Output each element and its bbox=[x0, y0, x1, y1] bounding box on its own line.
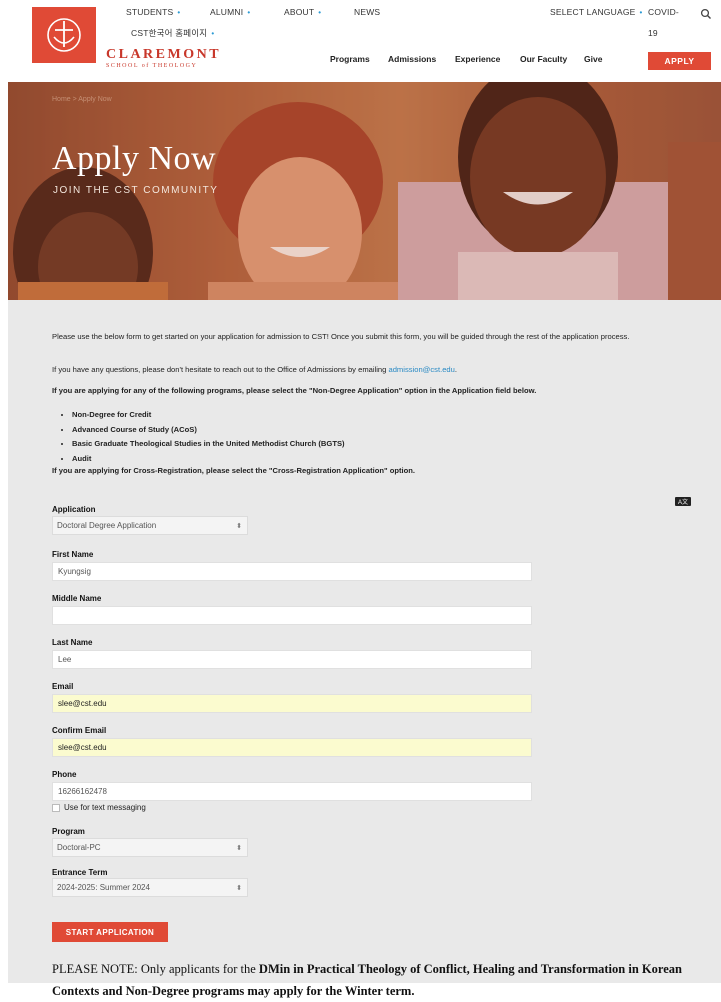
email-input[interactable]: slee@cst.edu bbox=[52, 694, 532, 713]
translate-icon[interactable]: A文 bbox=[675, 497, 691, 506]
note-prefix: PLEASE NOTE: Only applicants for the bbox=[52, 962, 259, 976]
phone-label: Phone bbox=[52, 770, 77, 779]
top-nav-label: ALUMNI bbox=[210, 7, 244, 17]
brand-wordmark[interactable]: CLAREMONT SCHOOL of THEOLOGY bbox=[106, 47, 222, 70]
list-item: Advanced Course of Study (ACoS) bbox=[72, 423, 345, 438]
page-subtitle: JOIN THE CST COMMUNITY bbox=[53, 185, 219, 196]
language-label: SELECT LANGUAGE bbox=[550, 7, 636, 17]
application-value: Doctoral Degree Application bbox=[57, 521, 157, 530]
application-select[interactable]: Doctoral Degree Application ⬍ bbox=[52, 516, 248, 535]
top-nav-label: NEWS bbox=[354, 7, 381, 17]
covid-label-2: 19 bbox=[648, 28, 658, 38]
covid-label-1: COVID- bbox=[648, 7, 679, 17]
last-name-label: Last Name bbox=[52, 638, 93, 647]
logo[interactable] bbox=[32, 7, 96, 63]
covid-link[interactable]: COVID- 19 bbox=[648, 7, 679, 38]
program-select[interactable]: Doctoral-PC ⬍ bbox=[52, 838, 248, 857]
entrance-term-value: 2024-2025: Summer 2024 bbox=[57, 883, 150, 892]
last-name-input[interactable]: Lee bbox=[52, 650, 532, 669]
program-value: Doctoral-PC bbox=[57, 843, 101, 852]
first-name-input[interactable]: Kyungsig bbox=[52, 562, 532, 581]
select-arrows-icon: ⬍ bbox=[236, 522, 242, 530]
start-application-button[interactable]: START APPLICATION bbox=[52, 922, 168, 942]
middle-name-label: Middle Name bbox=[52, 594, 102, 603]
middle-name-input[interactable] bbox=[52, 606, 532, 625]
application-label: Application bbox=[52, 505, 96, 514]
entrance-term-select[interactable]: 2024-2025: Summer 2024 ⬍ bbox=[52, 878, 248, 897]
nav-experience[interactable]: Experience bbox=[455, 54, 500, 64]
top-nav-alumni[interactable]: ALUMNI • bbox=[210, 7, 250, 17]
intro-paragraph-2: If you have any questions, please don't … bbox=[52, 363, 692, 377]
select-arrows-icon: ⬍ bbox=[236, 884, 242, 892]
top-nav-about[interactable]: ABOUT • bbox=[284, 7, 321, 17]
page-title: Apply Now bbox=[52, 140, 217, 177]
cross-anchor-logo-icon bbox=[47, 18, 81, 52]
sms-checkbox[interactable] bbox=[52, 803, 60, 812]
chevron-down-icon: • bbox=[211, 29, 215, 38]
sms-checkbox-row[interactable]: Use for text messaging bbox=[52, 803, 146, 812]
confirm-email-label: Confirm Email bbox=[52, 726, 107, 735]
intro-text-end: . bbox=[454, 365, 457, 374]
non-degree-program-list: Non-Degree for Credit Advanced Course of… bbox=[58, 408, 345, 466]
application-content: Please use the below form to get started… bbox=[8, 300, 721, 998]
nav-give[interactable]: Give bbox=[584, 54, 602, 64]
chevron-down-icon: • bbox=[177, 8, 181, 17]
sms-checkbox-label: Use for text messaging bbox=[64, 803, 146, 812]
top-nav-news[interactable]: NEWS bbox=[354, 7, 380, 17]
nav-our-faculty[interactable]: Our Faculty bbox=[520, 54, 567, 64]
email-label: Email bbox=[52, 682, 74, 691]
brand-line-2: SCHOOL of THEOLOGY bbox=[106, 63, 198, 69]
apply-button[interactable]: APPLY bbox=[648, 52, 711, 70]
hero-banner: Home > Apply Now Apply Now JOIN THE CST … bbox=[8, 82, 721, 300]
top-nav-label: ABOUT bbox=[284, 7, 315, 17]
language-selector[interactable]: SELECT LANGUAGE • bbox=[550, 7, 643, 17]
admissions-email-link[interactable]: admission@cst.edu bbox=[388, 365, 454, 374]
winter-term-note: PLEASE NOTE: Only applicants for the DMi… bbox=[52, 958, 692, 1002]
chevron-down-icon: • bbox=[247, 8, 251, 17]
list-item: Basic Graduate Theological Studies in th… bbox=[72, 437, 345, 452]
intro-paragraph-1: Please use the below form to get started… bbox=[52, 332, 630, 341]
top-nav-label: CST한국어 홈페이지 bbox=[131, 28, 208, 38]
top-nav-students[interactable]: STUDENTS • bbox=[126, 7, 180, 17]
chevron-down-icon: • bbox=[318, 8, 322, 17]
breadcrumb[interactable]: Home > Apply Now bbox=[52, 96, 112, 103]
intro-text: If you have any questions, please don't … bbox=[52, 365, 389, 374]
chevron-down-icon: • bbox=[639, 8, 643, 17]
intro-paragraph-3: If you are applying for any of the follo… bbox=[52, 386, 537, 395]
search-icon[interactable] bbox=[700, 8, 712, 20]
select-arrows-icon: ⬍ bbox=[236, 844, 242, 852]
top-nav-korean[interactable]: CST한국어 홈페이지 • bbox=[131, 27, 214, 39]
nav-programs[interactable]: Programs bbox=[330, 54, 370, 64]
intro-paragraph-4: If you are applying for Cross-Registrati… bbox=[52, 466, 416, 475]
confirm-email-input[interactable]: slee@cst.edu bbox=[52, 738, 532, 757]
list-item: Non-Degree for Credit bbox=[72, 408, 345, 423]
brand-line-1: CLAREMONT bbox=[106, 47, 222, 62]
top-nav-label: STUDENTS bbox=[126, 7, 174, 17]
program-label: Program bbox=[52, 827, 85, 836]
nav-admissions[interactable]: Admissions bbox=[388, 54, 436, 64]
first-name-label: First Name bbox=[52, 550, 94, 559]
phone-input[interactable]: 16266162478 bbox=[52, 782, 532, 801]
entrance-term-label: Entrance Term bbox=[52, 868, 108, 877]
